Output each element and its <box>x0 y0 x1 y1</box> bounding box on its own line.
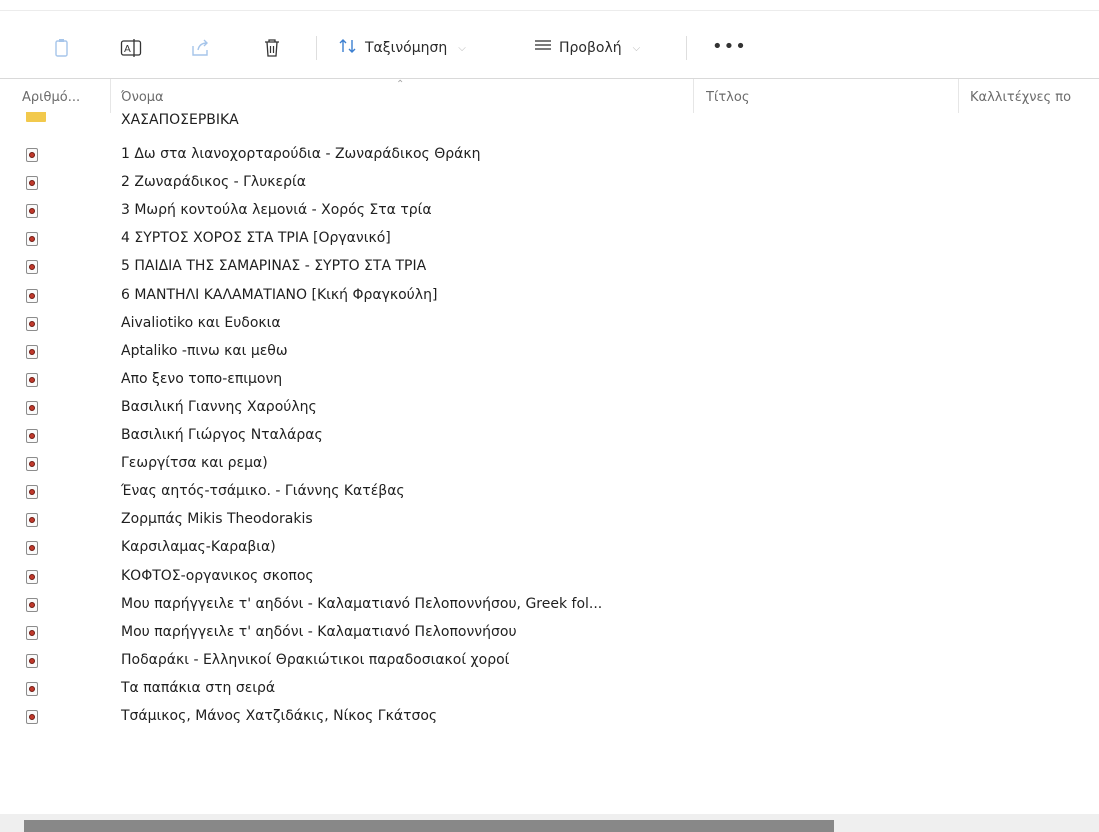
file-name: Ένας αητός-τσάμικο. - Γιάννης Κατέβας <box>121 483 405 500</box>
file-name: 6 ΜΑΝΤΗΛΙ ΚΑΛΑΜΑΤΙΑΝΟ [Κική Φραγκούλη] <box>121 286 438 303</box>
column-header: Αριθμό... Όνομα Τίτλος Καλλιτέχνες πο <box>0 78 1099 113</box>
file-name: Ποδαράκι - Ελληνικοί Θρακιώτικοι παραδοσ… <box>121 651 510 668</box>
sort-button[interactable]: Ταξινόμηση ⌵ <box>338 35 466 61</box>
audio-file-icon <box>26 204 38 219</box>
scrollbar-thumb[interactable] <box>24 820 834 832</box>
file-row[interactable]: Γεωργίτσα και ρεμα) <box>0 451 1099 479</box>
audio-file-icon <box>26 232 38 247</box>
column-divider[interactable] <box>693 79 694 113</box>
audio-file-icon <box>26 541 38 556</box>
file-name: 5 ΠΑΙΔΙΑ ΤΗΣ ΣΑΜΑΡΙΝΑΣ - ΣΥΡΤΟ ΣΤΑ ΤΡΙΑ <box>121 258 427 275</box>
sort-label: Ταξινόμηση <box>365 40 448 56</box>
command-bar: A Ταξινόμηση ⌵ Προβολή ⌵ ••• <box>0 22 1099 74</box>
column-header-number[interactable]: Αριθμό... <box>22 79 108 113</box>
audio-file-icon <box>26 372 38 387</box>
file-row[interactable]: Βασιλική Γιώργος Νταλάρας <box>0 423 1099 451</box>
file-row[interactable]: 2 Ζωναράδικος - Γλυκερία <box>0 170 1099 198</box>
audio-file-icon <box>26 344 38 359</box>
sort-icon <box>338 38 358 58</box>
more-options-button[interactable]: ••• <box>712 38 747 56</box>
file-row[interactable]: 4 ΣΥΡΤΟΣ ΧΟΡΟΣ ΣΤΑ ΤΡΙΑ [Οργανικό] <box>0 226 1099 254</box>
file-row[interactable]: Τσάμικος, Μάνος Χατζιδάκις, Νίκος Γκάτσο… <box>0 704 1099 732</box>
file-list: ΧΑΣΑΠΟΣΕΡΒΙΚΑ 1 Δω στα λιανοχορταρούδια … <box>0 112 1099 812</box>
audio-file-icon <box>26 176 38 191</box>
file-row[interactable]: Τα παπάκια στη σειρά <box>0 676 1099 704</box>
share-icon[interactable] <box>186 33 216 63</box>
file-name: 1 Δω στα λιανοχορταρούδια - Ζωναράδικος … <box>121 146 481 162</box>
audio-file-icon <box>26 597 38 612</box>
audio-file-icon <box>26 653 38 668</box>
file-name: 2 Ζωναράδικος - Γλυκερία <box>121 174 306 191</box>
rename-icon[interactable]: A <box>116 33 146 63</box>
file-row[interactable]: 1 Δω στα λιανοχορταρούδια - Ζωναράδικος … <box>0 142 1099 170</box>
file-name: 3 Μωρή κοντούλα λεμονιά - Χορός Στα τρία <box>121 202 432 219</box>
view-button[interactable]: Προβολή ⌵ <box>534 35 640 61</box>
file-row[interactable]: Μου παρήγγειλε τ' αηδόνι - Καλαματιανό Π… <box>0 620 1099 648</box>
trash-icon[interactable] <box>257 33 287 63</box>
file-row[interactable]: 3 Μωρή κοντούλα λεμονιά - Χορός Στα τρία <box>0 198 1099 226</box>
file-name: Καρσιλαμας-Καραβια) <box>121 539 276 556</box>
toolbar-separator <box>686 36 687 60</box>
view-list-icon <box>534 39 552 57</box>
svg-text:A: A <box>124 44 131 55</box>
file-name: Μου παρήγγειλε τ' αηδόνι - Καλαματιανό Π… <box>121 623 517 640</box>
audio-file-icon <box>26 260 38 275</box>
chevron-down-icon: ⌵ <box>458 42 466 54</box>
file-row[interactable]: Ποδαράκι - Ελληνικοί Θρακιώτικοι παραδοσ… <box>0 648 1099 676</box>
file-name: 4 ΣΥΡΤΟΣ ΧΟΡΟΣ ΣΤΑ ΤΡΙΑ [Οργανικό] <box>121 230 391 247</box>
file-row[interactable]: Βασιλική Γιαννης Χαρούλης <box>0 395 1099 423</box>
file-name: Απο ξενο τοπο-επιμονη <box>121 370 283 387</box>
file-row[interactable]: 5 ΠΑΙΔΙΑ ΤΗΣ ΣΑΜΑΡΙΝΑΣ - ΣΥΡΤΟ ΣΤΑ ΤΡΙΑ <box>0 254 1099 282</box>
file-name: Γεωργίτσα και ρεμα) <box>121 455 268 472</box>
audio-file-icon <box>26 400 38 415</box>
folder-icon <box>26 112 46 122</box>
file-row[interactable]: Aivaliotiko και Ευδοκια <box>0 311 1099 339</box>
file-name: Βασιλική Γιώργος Νταλάρας <box>121 427 323 443</box>
file-name: Aivaliotiko και Ευδοκια <box>121 314 281 331</box>
audio-file-icon <box>26 316 38 331</box>
file-name: Τα παπάκια στη σειρά <box>121 679 276 696</box>
file-row[interactable]: Ένας αητός-τσάμικο. - Γιάννης Κατέβας <box>0 479 1099 507</box>
audio-file-icon <box>26 681 38 696</box>
file-name: Aptaliko -πινω και μεθω <box>121 342 288 359</box>
column-header-title[interactable]: Τίτλος <box>706 79 946 113</box>
column-divider[interactable] <box>958 79 959 113</box>
file-row[interactable]: ΚΟΦΤΟΣ-οργανικος σκοπος <box>0 564 1099 592</box>
file-row[interactable]: 6 ΜΑΝΤΗΛΙ ΚΑΛΑΜΑΤΙΑΝΟ [Κική Φραγκούλη] <box>0 283 1099 311</box>
file-row[interactable]: Ζορμπάς Mikis Theodorakis <box>0 507 1099 535</box>
audio-file-icon <box>26 457 38 472</box>
file-name: Βασιλική Γιαννης Χαρούλης <box>121 398 317 415</box>
audio-file-icon <box>26 625 38 640</box>
file-row[interactable]: Aptaliko -πινω και μεθω <box>0 339 1099 367</box>
top-divider <box>0 10 1099 11</box>
file-name: ΚΟΦΤΟΣ-οργανικος σκοπος <box>121 567 314 584</box>
audio-file-icon <box>26 485 38 500</box>
column-header-name[interactable]: Όνομα <box>121 79 681 113</box>
file-name: Ζορμπάς Mikis Theodorakis <box>121 511 313 528</box>
file-name: Τσάμικος, Μάνος Χατζιδάκις, Νίκος Γκάτσο… <box>121 708 438 724</box>
audio-file-icon <box>26 288 38 303</box>
file-row[interactable]: Καρσιλαμας-Καραβια) <box>0 535 1099 563</box>
audio-file-icon <box>26 569 38 584</box>
toolbar-separator <box>316 36 317 60</box>
file-row[interactable]: Μου παρήγγειλε τ' αηδόνι - Καλαματιανό Π… <box>0 592 1099 620</box>
file-row[interactable]: Απο ξενο τοπο-επιμονη <box>0 367 1099 395</box>
audio-file-icon <box>26 429 38 443</box>
folder-name: ΧΑΣΑΠΟΣΕΡΒΙΚΑ <box>121 112 239 128</box>
audio-file-icon <box>26 148 38 162</box>
column-divider[interactable] <box>110 79 111 113</box>
view-label: Προβολή <box>559 40 622 56</box>
chevron-down-icon: ⌵ <box>632 42 641 54</box>
audio-file-icon <box>26 710 38 724</box>
file-name: Μου παρήγγειλε τ' αηδόνι - Καλαματιανό Π… <box>121 595 603 612</box>
horizontal-scrollbar[interactable] <box>0 814 1099 832</box>
column-header-artists[interactable]: Καλλιτέχνες πο <box>970 79 1099 113</box>
audio-file-icon <box>26 513 38 528</box>
folder-row[interactable]: ΧΑΣΑΠΟΣΕΡΒΙΚΑ <box>0 112 1099 128</box>
copy-icon[interactable] <box>47 33 77 63</box>
